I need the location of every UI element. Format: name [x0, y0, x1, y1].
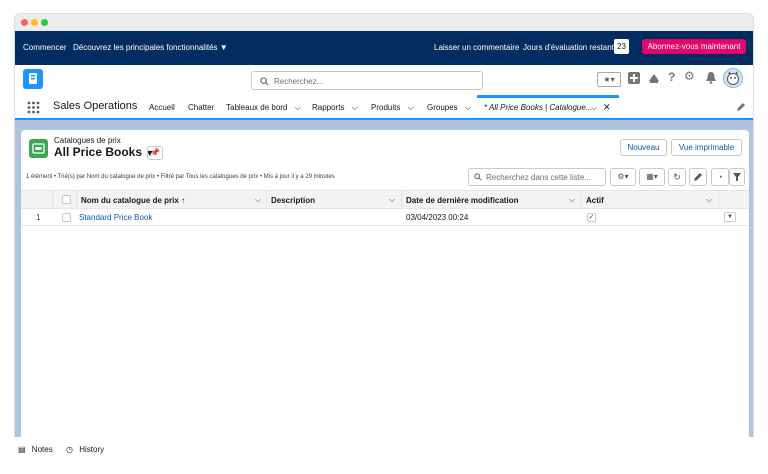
chevron-down-icon[interactable]: ⌵	[706, 195, 712, 205]
column-header-description[interactable]: Description	[271, 196, 315, 205]
filter-icon[interactable]	[729, 168, 745, 186]
nav-item-dashboards[interactable]: Tableaux de bord ⌵	[226, 103, 301, 113]
table-header: Nom du catalogue de prix ↑ ⌵ Description…	[21, 190, 749, 210]
active-tab-label: * All Price Books | Catalogue...	[484, 103, 593, 112]
search-icon	[474, 173, 482, 181]
add-global-action-icon[interactable]	[627, 71, 641, 85]
row-actions-dropdown-icon[interactable]: ▼	[724, 212, 736, 222]
price-book-icon	[29, 139, 48, 158]
app-logo-icon[interactable]	[23, 69, 43, 89]
nav-item-products[interactable]: Produits ⌵	[371, 103, 414, 113]
search-icon	[260, 77, 269, 86]
chevron-down-icon[interactable]: ⌵	[591, 103, 597, 113]
notes-utility-item[interactable]: ▤ Notes	[18, 445, 53, 454]
chevron-down-icon: ⌵	[464, 103, 471, 112]
caret-down-icon: ▼	[219, 43, 228, 52]
close-window-dot[interactable]	[21, 19, 28, 26]
navigation-bar: Sales Operations Accueil Chatter Tableau…	[15, 95, 753, 120]
row-modified-date: 03/04/2023 00:24	[406, 213, 469, 222]
global-header: Recherchez... ★▾ ? ⚙	[15, 65, 753, 95]
trial-days-label: Jours d'évaluation restants	[523, 43, 618, 52]
discover-features-menu[interactable]: Découvrez les principales fonctionnalité…	[73, 43, 228, 52]
new-button[interactable]: Nouveau	[620, 139, 667, 156]
list-view-selector[interactable]: All Price Books ▼	[54, 145, 154, 159]
chevron-down-icon[interactable]: ⌵	[255, 195, 261, 205]
column-divider	[76, 191, 77, 210]
history-utility-item[interactable]: ◷ History	[66, 445, 104, 454]
row-select-checkbox[interactable]	[62, 213, 71, 222]
chevron-down-icon: ⌵	[351, 103, 358, 112]
trailhead-icon[interactable]	[647, 71, 661, 85]
nav-item-chatter[interactable]: Chatter	[188, 103, 214, 112]
column-divider	[52, 191, 53, 210]
column-divider	[401, 191, 402, 210]
user-avatar[interactable]	[723, 68, 743, 88]
favorites-star-icon[interactable]: ★▾	[597, 72, 621, 87]
notifications-bell-icon[interactable]	[705, 71, 717, 84]
browser-window: Commencer Découvrez les principales fonc…	[14, 13, 754, 451]
nav-item-home[interactable]: Accueil	[149, 103, 175, 112]
column-header-name[interactable]: Nom du catalogue de prix ↑	[81, 196, 185, 205]
column-divider	[266, 191, 267, 210]
list-view-card: Catalogues de prix All Price Books ▼ 📌 N…	[21, 130, 749, 450]
column-header-modified[interactable]: Date de dernière modification	[406, 196, 518, 205]
global-search-input[interactable]: Recherchez...	[251, 71, 483, 90]
nav-item-groups[interactable]: Groupes ⌵	[427, 103, 471, 113]
edit-pencil-icon[interactable]	[689, 168, 707, 186]
table-row[interactable]: 1 Standard Price Book 03/04/2023 00:24 ✓…	[21, 209, 749, 226]
object-label: Catalogues de prix	[54, 136, 121, 145]
subscribe-button[interactable]: Abonnez-vous maintenant	[642, 39, 746, 54]
chevron-down-icon[interactable]: ⌵	[569, 195, 575, 205]
row-number: 1	[36, 213, 41, 222]
help-icon[interactable]: ?	[668, 70, 675, 84]
start-link[interactable]: Commencer	[23, 43, 67, 52]
utility-bar: ▤ Notes ◷ History	[0, 437, 768, 474]
list-search-input[interactable]: Recherchez dans cette liste...	[468, 168, 606, 186]
column-header-active[interactable]: Actif	[586, 196, 604, 205]
app-launcher-icon[interactable]	[27, 101, 40, 114]
feedback-link[interactable]: Laisser un commentaire	[434, 43, 519, 52]
column-divider	[718, 191, 719, 210]
chevron-down-icon: ⌵	[294, 103, 301, 112]
pin-icon[interactable]: 📌	[147, 146, 163, 160]
active-checked-checkbox: ✓	[587, 213, 596, 222]
app-name: Sales Operations	[53, 100, 138, 112]
tab-all-price-books[interactable]: * All Price Books | Catalogue... ⌵ ✕	[477, 95, 619, 118]
close-tab-icon[interactable]: ✕	[603, 102, 611, 113]
clock-icon: ◷	[66, 445, 73, 454]
trial-days-count: 23	[614, 39, 629, 54]
chevron-down-icon: ⌵	[407, 103, 414, 112]
column-divider	[581, 191, 582, 210]
notes-icon: ▤	[18, 445, 26, 454]
list-summary: 1 élément • Trié(s) par Nom du catalogue…	[26, 174, 335, 180]
minimize-window-dot[interactable]	[31, 19, 38, 26]
maximize-window-dot[interactable]	[41, 19, 48, 26]
window-titlebar	[15, 14, 753, 31]
list-settings-gear-icon[interactable]: ⚙▾	[610, 168, 636, 186]
nav-item-reports[interactable]: Rapports ⌵	[312, 103, 358, 113]
setup-gear-icon[interactable]: ⚙	[684, 69, 695, 83]
select-all-checkbox[interactable]	[62, 195, 71, 204]
chevron-down-icon[interactable]: ⌵	[389, 195, 395, 205]
refresh-icon[interactable]: ↻	[668, 168, 686, 186]
trial-banner: Commencer Découvrez les principales fonc…	[15, 31, 753, 65]
charts-icon[interactable]: ◔	[711, 168, 729, 186]
edit-nav-pencil-icon[interactable]	[736, 102, 746, 112]
price-book-name-link[interactable]: Standard Price Book	[79, 213, 152, 222]
printable-view-button[interactable]: Vue imprimable	[671, 139, 742, 156]
display-as-table-icon[interactable]: ▦▾	[639, 168, 665, 186]
